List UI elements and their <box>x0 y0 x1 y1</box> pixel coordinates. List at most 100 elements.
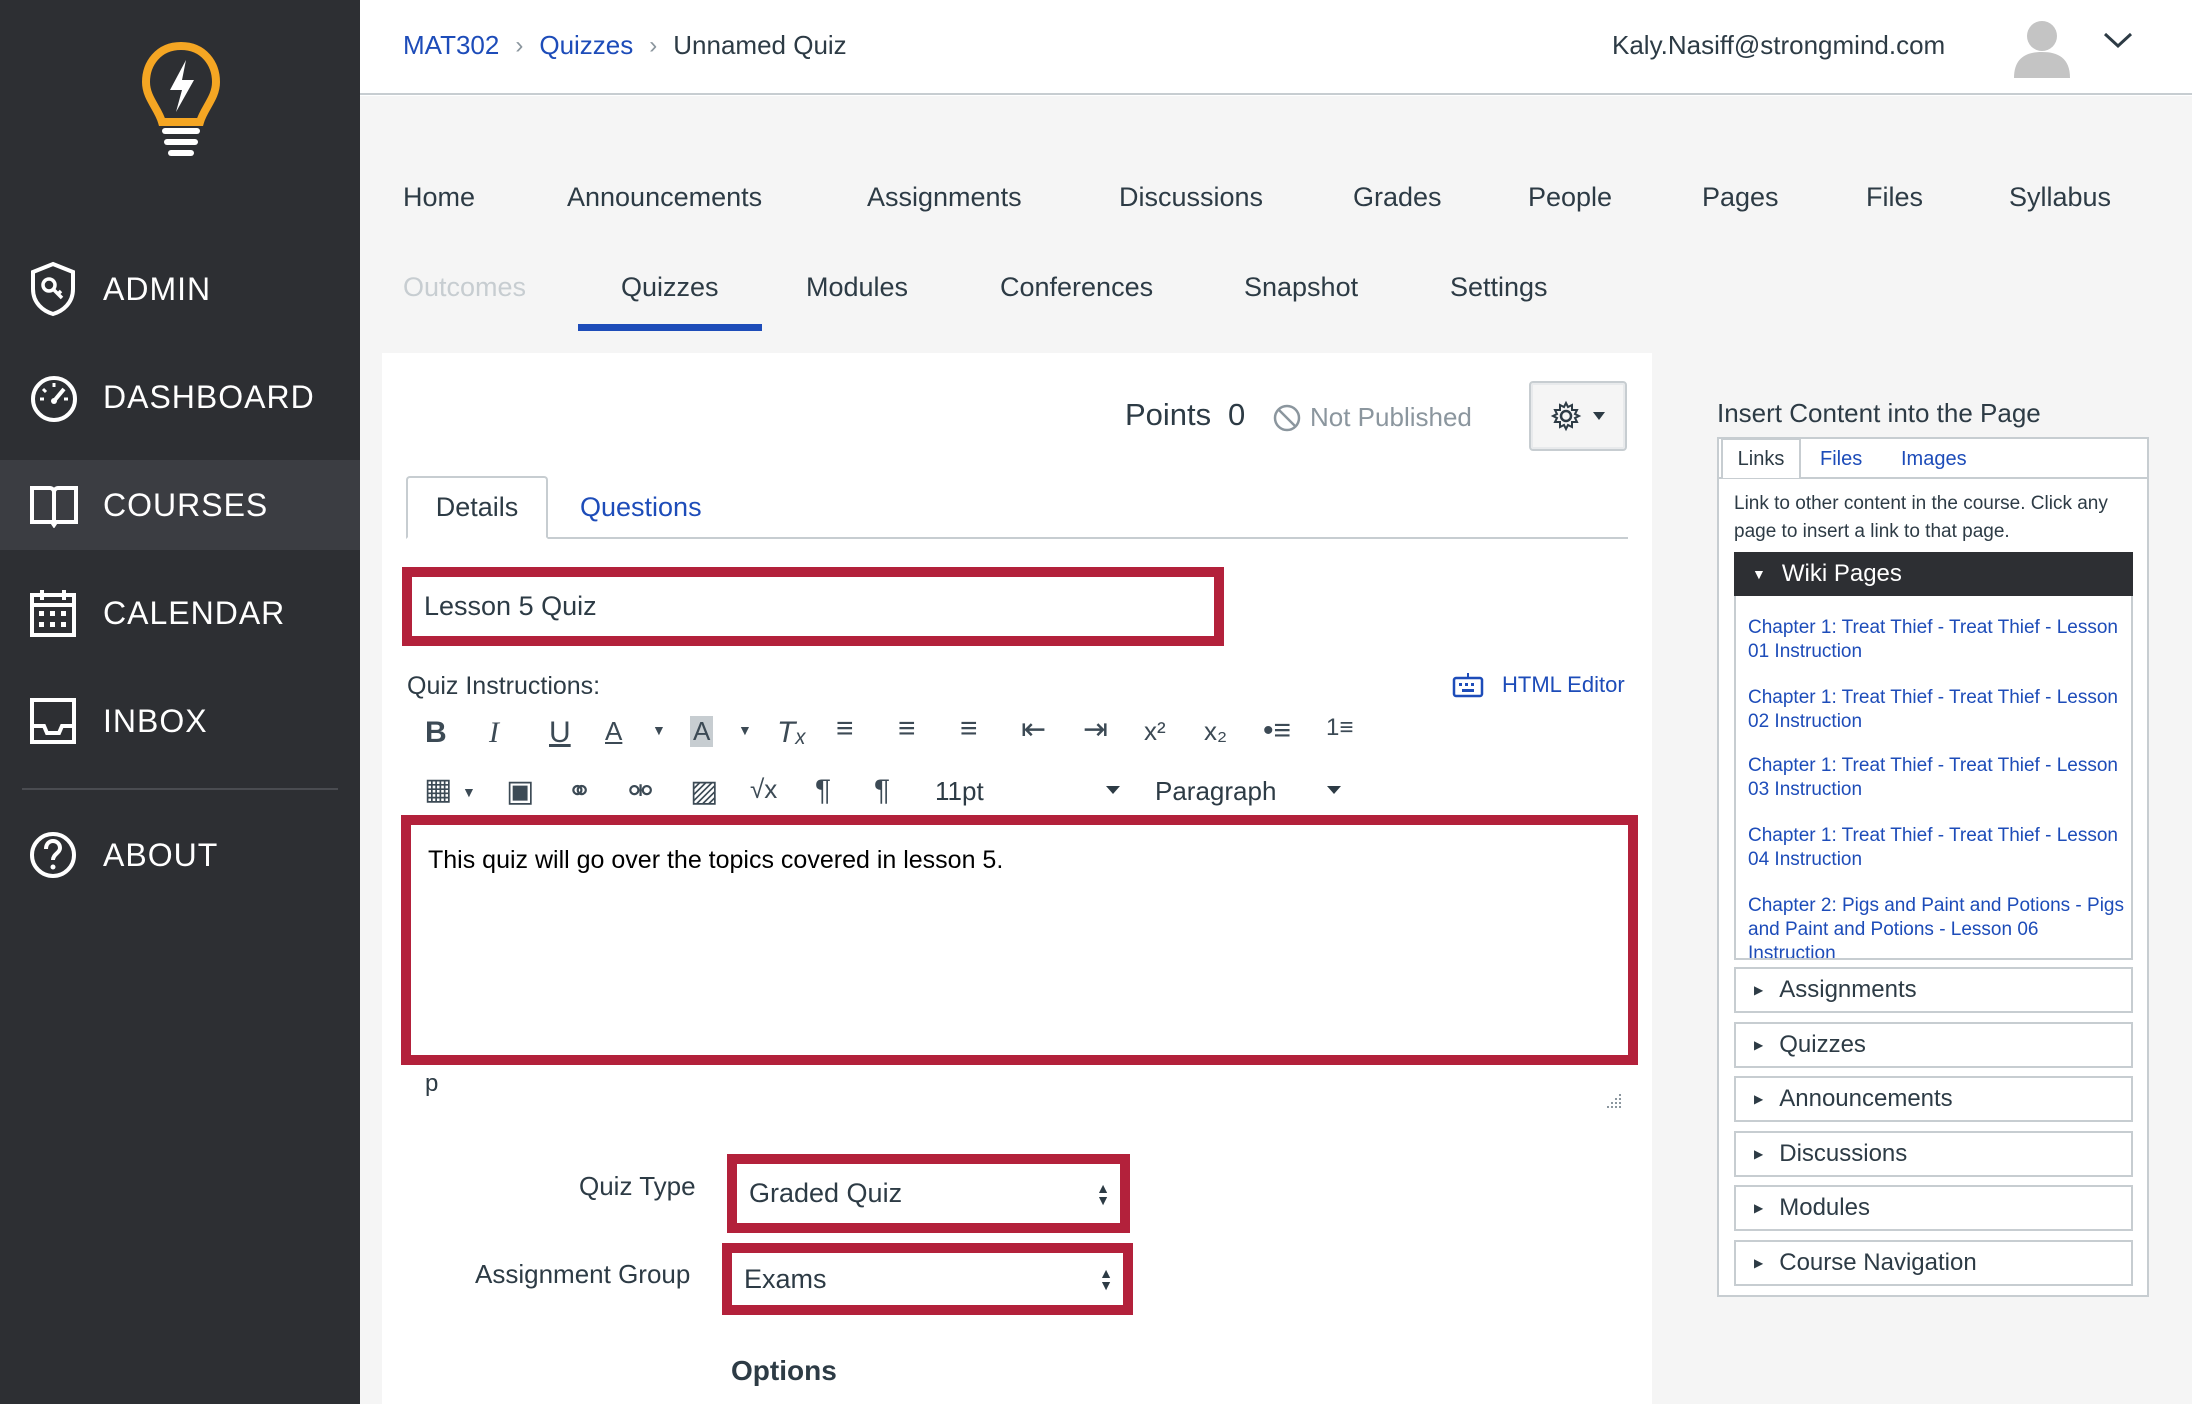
bold-button[interactable]: B <box>425 716 447 750</box>
section-assignments[interactable]: ▶ Assignments <box>1734 967 2133 1013</box>
wiki-page-link[interactable]: Chapter 1: Treat Thief - Treat Thief - L… <box>1748 824 2128 872</box>
side-tab-files[interactable]: Files <box>1820 448 1862 471</box>
underline-button[interactable]: U <box>549 716 571 750</box>
image-icon[interactable]: ▨ <box>690 774 718 809</box>
select-arrows-icon: ▲ ▼ <box>1099 1265 1113 1293</box>
nav-admin[interactable]: ADMIN <box>0 244 360 334</box>
course-nav-people[interactable]: People <box>1528 182 1612 213</box>
font-color-button[interactable]: A <box>605 716 622 747</box>
bullet-list-icon[interactable]: •≡ <box>1263 714 1291 748</box>
book-icon <box>30 486 78 528</box>
quiz-title-input[interactable]: Lesson 5 Quiz <box>412 577 1214 636</box>
caret-down-icon[interactable]: ▼ <box>462 784 476 800</box>
nav-calendar[interactable]: CALENDAR <box>0 568 360 658</box>
avatar[interactable] <box>2012 16 2072 80</box>
quiz-type-label: Quiz Type <box>579 1171 696 1201</box>
link-icon[interactable]: ⚭ <box>567 774 592 809</box>
numbered-list-icon[interactable]: 1≡ <box>1326 714 1353 742</box>
nav-dashboard[interactable]: DASHBOARD <box>0 352 360 442</box>
wiki-page-link[interactable]: Chapter 2: Pigs and Paint and Potions - … <box>1748 894 2128 958</box>
top-header: MAT302 › Quizzes › Unnamed Quiz Kaly.Nas… <box>360 0 2192 95</box>
breadcrumb-quizzes-link[interactable]: Quizzes <box>539 30 633 61</box>
caret-down-icon[interactable] <box>1326 782 1342 800</box>
course-nav-conferences[interactable]: Conferences <box>1000 272 1153 303</box>
section-quizzes[interactable]: ▶ Quizzes <box>1734 1022 2133 1068</box>
superscript-button[interactable]: x² <box>1144 716 1166 747</box>
unlink-icon[interactable]: ⚮ <box>628 774 653 809</box>
course-nav-pages[interactable]: Pages <box>1702 182 1779 213</box>
editor-body-text[interactable]: This quiz will go over the topics covere… <box>428 846 1003 875</box>
settings-menu-button[interactable] <box>1529 381 1627 451</box>
html-editor-label: HTML Editor <box>1502 672 1625 697</box>
assignment-group-select[interactable]: Exams ▲ ▼ <box>732 1253 1123 1305</box>
outdent-icon[interactable]: ⇤ <box>1021 712 1046 747</box>
italic-button[interactable]: I <box>489 716 499 750</box>
lightbulb-logo-icon[interactable] <box>136 40 226 165</box>
course-nav-discussions[interactable]: Discussions <box>1119 182 1263 213</box>
wiki-page-link[interactable]: Chapter 1: Treat Thief - Treat Thief - L… <box>1748 754 2128 802</box>
user-email[interactable]: Kaly.Nasiff@strongmind.com <box>1612 30 1945 61</box>
align-right-icon[interactable]: ≡ <box>960 712 978 746</box>
caret-down-icon[interactable]: ▼ <box>652 722 666 738</box>
media-icon[interactable]: ▣ <box>506 774 534 809</box>
block-format-select[interactable]: Paragraph <box>1155 776 1276 807</box>
section-label: Modules <box>1779 1194 1870 1221</box>
caret-right-icon: ▶ <box>1754 1038 1764 1052</box>
course-nav-modules[interactable]: Modules <box>806 272 908 303</box>
font-size-select[interactable]: 11pt <box>935 776 984 807</box>
section-announcements[interactable]: ▶ Announcements <box>1734 1076 2133 1122</box>
rtl-icon[interactable]: ¶ <box>874 774 890 808</box>
caret-right-icon: ▶ <box>1754 1147 1764 1161</box>
breadcrumb: MAT302 › Quizzes › Unnamed Quiz <box>403 30 847 61</box>
course-nav-grades[interactable]: Grades <box>1353 182 1442 213</box>
gear-icon <box>1550 400 1582 432</box>
caret-right-icon: ▶ <box>1754 1092 1764 1106</box>
subscript-button[interactable]: x₂ <box>1204 716 1227 747</box>
align-center-icon[interactable]: ≡ <box>898 712 916 746</box>
global-nav-sidebar: ADMIN DASHBOARD COURSES CALENDAR INBOX A… <box>0 0 360 1404</box>
nav-inbox[interactable]: INBOX <box>0 676 360 766</box>
course-nav-announcements[interactable]: Announcements <box>567 182 762 213</box>
assignment-group-label: Assignment Group <box>475 1259 691 1289</box>
course-nav-quizzes[interactable]: Quizzes <box>621 272 719 303</box>
course-nav-outcomes[interactable]: Outcomes <box>403 272 526 303</box>
chevron-right-icon: › <box>649 31 658 59</box>
insert-content-title: Insert Content into the Page <box>1717 398 2041 428</box>
ltr-icon[interactable]: ¶ <box>815 774 831 808</box>
equation-icon[interactable]: √x <box>750 774 777 805</box>
table-icon[interactable]: ▦ <box>424 772 452 807</box>
breadcrumb-course-link[interactable]: MAT302 <box>403 30 499 61</box>
course-nav-syllabus[interactable]: Syllabus <box>2009 182 2111 213</box>
align-left-icon[interactable]: ≡ <box>836 712 854 746</box>
indent-icon[interactable]: ⇥ <box>1083 712 1108 747</box>
wiki-page-link[interactable]: Chapter 1: Treat Thief - Treat Thief - L… <box>1748 616 2128 664</box>
wiki-pages-header[interactable]: ▼ Wiki Pages <box>1734 552 2133 596</box>
quiz-type-select[interactable]: Graded Quiz ▲ ▼ <box>737 1164 1120 1223</box>
course-nav-snapshot[interactable]: Snapshot <box>1244 272 1358 303</box>
caret-down-icon[interactable] <box>1105 782 1121 800</box>
wiki-page-link[interactable]: Chapter 1: Treat Thief - Treat Thief - L… <box>1748 686 2128 734</box>
select-arrows-icon: ▲ ▼ <box>1096 1179 1110 1208</box>
caret-down-icon[interactable]: ▼ <box>738 722 752 738</box>
tab-details[interactable]: Details <box>406 476 548 539</box>
side-tab-links[interactable]: Links <box>1721 438 1801 478</box>
section-label: Announcements <box>1779 1085 1953 1112</box>
side-tab-images[interactable]: Images <box>1901 448 1967 471</box>
nav-courses[interactable]: COURSES <box>0 460 360 550</box>
section-label: Discussions <box>1779 1140 1908 1167</box>
tab-questions[interactable]: Questions <box>580 492 702 523</box>
nav-about[interactable]: ABOUT <box>0 810 360 900</box>
course-nav-assignments[interactable]: Assignments <box>867 182 1022 213</box>
resize-handle-icon[interactable] <box>1605 1092 1623 1115</box>
section-course-navigation[interactable]: ▶ Course Navigation <box>1734 1240 2133 1286</box>
course-nav-files[interactable]: Files <box>1866 182 1923 213</box>
nav-divider <box>22 788 338 790</box>
section-modules[interactable]: ▶ Modules <box>1734 1185 2133 1231</box>
section-discussions[interactable]: ▶ Discussions <box>1734 1131 2133 1177</box>
course-nav-home[interactable]: Home <box>403 182 475 213</box>
clear-formatting-button[interactable]: Tₓ <box>777 716 807 750</box>
course-nav-settings[interactable]: Settings <box>1450 272 1548 303</box>
chevron-down-icon[interactable] <box>2102 30 2134 55</box>
html-editor-link[interactable]: HTML Editor <box>1452 672 1625 698</box>
background-color-button[interactable]: A <box>690 716 714 747</box>
